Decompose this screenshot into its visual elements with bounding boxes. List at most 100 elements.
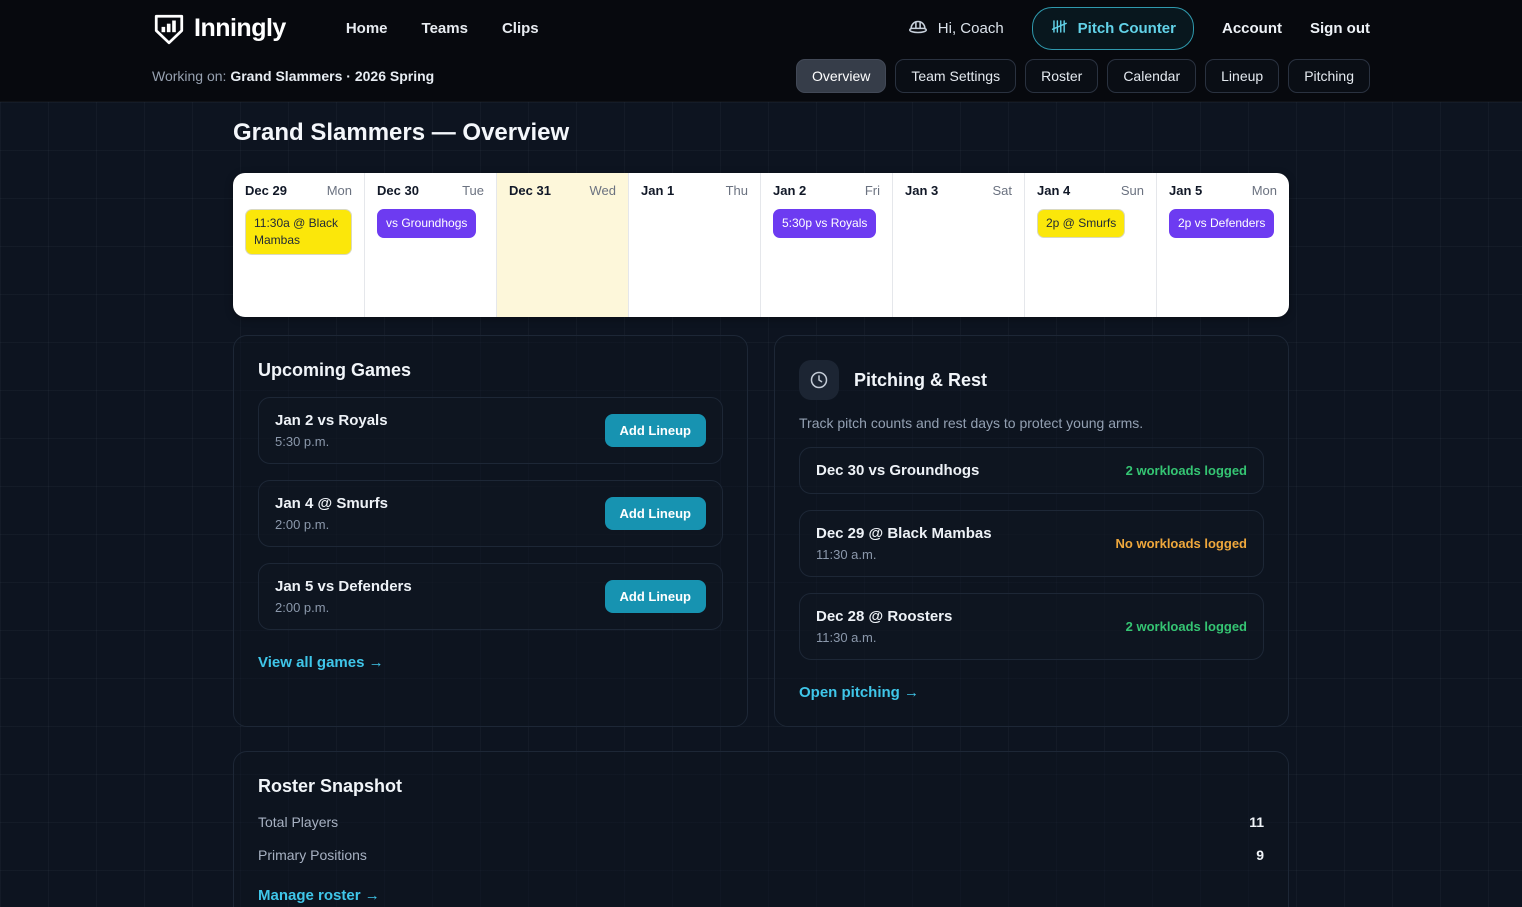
calendar-event-chip[interactable]: 11:30a @ Black Mambas bbox=[245, 209, 352, 255]
calendar-date: Jan 4 bbox=[1037, 183, 1070, 198]
top-bar: Inningly Home Teams Clips Hi, Coach bbox=[0, 0, 1522, 57]
calendar-date: Jan 5 bbox=[1169, 183, 1202, 198]
calendar-weekday: Sun bbox=[1121, 183, 1144, 198]
working-on-text: Working on: Grand Slammers · 2026 Spring bbox=[152, 68, 434, 84]
upcoming-games-card: Upcoming Games Jan 2 vs Royals 5:30 p.m.… bbox=[233, 335, 748, 727]
calendar-day-cell[interactable]: Jan 2 Fri 5:30p vs Royals bbox=[761, 173, 893, 317]
calendar-day-cell[interactable]: Dec 31 Wed bbox=[497, 173, 629, 317]
roster-stat-value: 9 bbox=[1256, 847, 1264, 863]
calendar-day-cell[interactable]: Jan 3 Sat bbox=[893, 173, 1025, 317]
add-lineup-button[interactable]: Add Lineup bbox=[605, 580, 707, 613]
calendar-day-header: Jan 4 Sun bbox=[1037, 183, 1144, 198]
calendar-day-header: Dec 31 Wed bbox=[509, 183, 616, 198]
add-lineup-button[interactable]: Add Lineup bbox=[605, 414, 707, 447]
calendar-weekday: Fri bbox=[865, 183, 880, 198]
game-info: Jan 5 vs Defenders 2:00 p.m. bbox=[275, 578, 412, 615]
pitching-entry-row: Dec 30 vs Groundhogs 2 workloads logged bbox=[799, 447, 1264, 494]
calendar-day-header: Jan 1 Thu bbox=[641, 183, 748, 198]
roster-snapshot-title: Roster Snapshot bbox=[258, 776, 1264, 797]
calendar-day-cell[interactable]: Dec 30 Tue vs Groundhogs bbox=[365, 173, 497, 317]
game-title: Jan 5 vs Defenders bbox=[275, 578, 412, 595]
calendar-day-header: Jan 2 Fri bbox=[773, 183, 880, 198]
calendar-weekday: Thu bbox=[726, 183, 748, 198]
upcoming-games-list: Jan 2 vs Royals 5:30 p.m. Add Lineup Jan… bbox=[258, 397, 723, 630]
tab-calendar[interactable]: Calendar bbox=[1107, 59, 1196, 93]
calendar-day-cell[interactable]: Jan 5 Mon 2p vs Defenders bbox=[1157, 173, 1289, 317]
pitching-entry-time: 11:30 a.m. bbox=[816, 547, 992, 562]
header-right: Hi, Coach Pitch Counter Account Sign out bbox=[907, 7, 1370, 50]
main-nav: Home Teams Clips bbox=[346, 20, 539, 37]
upcoming-games-title: Upcoming Games bbox=[258, 360, 723, 381]
calendar-date: Jan 2 bbox=[773, 183, 806, 198]
pitching-rest-title: Pitching & Rest bbox=[854, 370, 987, 391]
add-lineup-button[interactable]: Add Lineup bbox=[605, 497, 707, 530]
calendar-event-chip[interactable]: 5:30p vs Royals bbox=[773, 209, 876, 238]
pitching-entry-row: Dec 29 @ Black Mambas 11:30 a.m. No work… bbox=[799, 510, 1264, 577]
calendar-weekday: Mon bbox=[1252, 183, 1277, 198]
calendar-day-cell[interactable]: Jan 4 Sun 2p @ Smurfs bbox=[1025, 173, 1157, 317]
calendar-day-header: Dec 30 Tue bbox=[377, 183, 484, 198]
pitching-entries-list: Dec 30 vs Groundhogs 2 workloads logged … bbox=[799, 447, 1264, 660]
calendar-day-header: Jan 5 Mon bbox=[1169, 183, 1277, 198]
calendar-day-header: Dec 29 Mon bbox=[245, 183, 352, 198]
calendar-date: Dec 29 bbox=[245, 183, 287, 198]
nav-home[interactable]: Home bbox=[346, 20, 388, 37]
pitching-entry-info: Dec 28 @ Roosters 11:30 a.m. bbox=[816, 608, 952, 645]
manage-roster-link[interactable]: Manage roster → bbox=[258, 887, 380, 904]
pitch-counter-button[interactable]: Pitch Counter bbox=[1032, 7, 1194, 50]
view-all-games-link[interactable]: View all games → bbox=[258, 654, 384, 671]
user-greeting: Hi, Coach bbox=[907, 16, 1004, 42]
roster-stat-row: Primary Positions 9 bbox=[258, 847, 1264, 863]
calendar-weekday: Wed bbox=[590, 183, 617, 198]
calendar-day-cell[interactable]: Jan 1 Thu bbox=[629, 173, 761, 317]
account-link[interactable]: Account bbox=[1222, 20, 1282, 37]
calendar-date: Dec 31 bbox=[509, 183, 551, 198]
tab-pitching[interactable]: Pitching bbox=[1288, 59, 1370, 93]
page-title: Grand Slammers — Overview bbox=[233, 119, 1289, 147]
pitching-rest-card: Pitching & Rest Track pitch counts and r… bbox=[774, 335, 1289, 727]
pitching-entry-info: Dec 30 vs Groundhogs bbox=[816, 462, 979, 479]
brand-logo[interactable]: Inningly bbox=[152, 12, 286, 46]
roster-stat-value: 11 bbox=[1249, 814, 1264, 830]
pitching-entry-title: Dec 28 @ Roosters bbox=[816, 608, 952, 625]
tab-lineup[interactable]: Lineup bbox=[1205, 59, 1279, 93]
app-viewport: Inningly Home Teams Clips Hi, Coach bbox=[0, 0, 1522, 907]
pitching-entry-time: 11:30 a.m. bbox=[816, 630, 952, 645]
game-time: 5:30 p.m. bbox=[275, 434, 388, 449]
working-on-team: Grand Slammers · 2026 Spring bbox=[230, 68, 434, 84]
context-bar: Working on: Grand Slammers · 2026 Spring… bbox=[0, 57, 1522, 101]
calendar-strip: Dec 29 Mon 11:30a @ Black Mambas Dec 30 … bbox=[233, 173, 1289, 317]
nav-teams[interactable]: Teams bbox=[422, 20, 468, 37]
upcoming-game-row: Jan 5 vs Defenders 2:00 p.m. Add Lineup bbox=[258, 563, 723, 630]
tab-team-settings[interactable]: Team Settings bbox=[895, 59, 1016, 93]
pitching-card-header: Pitching & Rest bbox=[799, 360, 1264, 400]
main-area: Grand Slammers — Overview Dec 29 Mon 11:… bbox=[0, 102, 1522, 907]
nav-clips[interactable]: Clips bbox=[502, 20, 539, 37]
calendar-event-chip[interactable]: 2p @ Smurfs bbox=[1037, 209, 1125, 238]
section-tabs: Overview Team Settings Roster Calendar Lineu… bbox=[796, 59, 1370, 93]
roster-stat-label: Primary Positions bbox=[258, 847, 367, 863]
game-time: 2:00 p.m. bbox=[275, 517, 388, 532]
clock-icon bbox=[799, 360, 839, 400]
calendar-event-chip[interactable]: vs Groundhogs bbox=[377, 209, 476, 238]
game-title: Jan 4 @ Smurfs bbox=[275, 495, 388, 512]
tally-marks-icon bbox=[1050, 17, 1069, 40]
tab-overview[interactable]: Overview bbox=[796, 59, 886, 93]
pitching-entry-title: Dec 30 vs Groundhogs bbox=[816, 462, 979, 479]
working-on-label: Working on: bbox=[152, 68, 226, 84]
pitching-subtitle: Track pitch counts and rest days to prot… bbox=[799, 415, 1264, 431]
greeting-text: Hi, Coach bbox=[938, 20, 1004, 37]
sign-out-link[interactable]: Sign out bbox=[1310, 20, 1370, 37]
open-pitching-link[interactable]: Open pitching → bbox=[799, 684, 919, 701]
calendar-weekday: Sat bbox=[992, 183, 1012, 198]
tab-roster[interactable]: Roster bbox=[1025, 59, 1098, 93]
home-plate-chart-icon bbox=[152, 12, 186, 46]
app-header: Inningly Home Teams Clips Hi, Coach bbox=[0, 0, 1522, 102]
calendar-weekday: Mon bbox=[327, 183, 352, 198]
calendar-event-chip[interactable]: 2p vs Defenders bbox=[1169, 209, 1274, 238]
game-title: Jan 2 vs Royals bbox=[275, 412, 388, 429]
calendar-day-cell[interactable]: Dec 29 Mon 11:30a @ Black Mambas bbox=[233, 173, 365, 317]
calendar-weekday: Tue bbox=[462, 183, 484, 198]
roster-stat-row: Total Players 11 bbox=[258, 814, 1264, 830]
game-info: Jan 2 vs Royals 5:30 p.m. bbox=[275, 412, 388, 449]
